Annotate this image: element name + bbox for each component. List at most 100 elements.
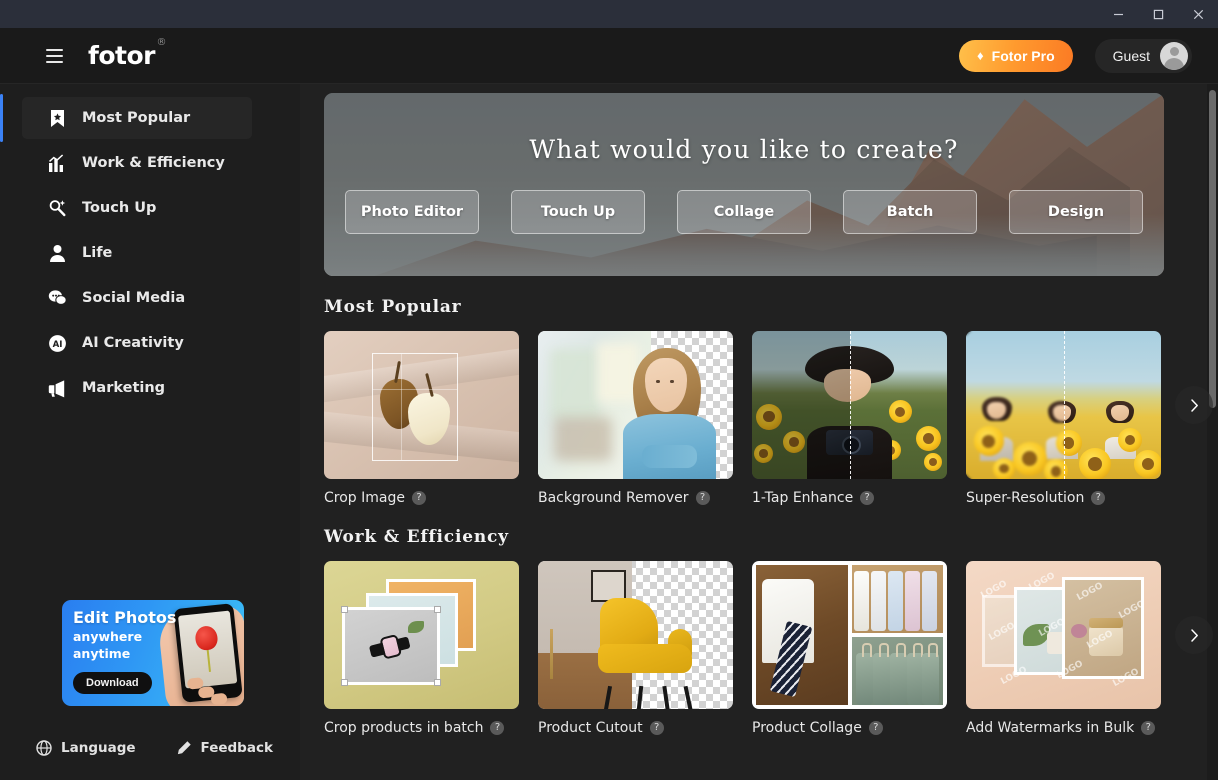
- chair-seat: [598, 643, 693, 674]
- hero-button-photo-editor[interactable]: Photo Editor: [345, 190, 479, 234]
- card-add-watermarks-in-bulk[interactable]: LOGO LOGO LOGO LOGO LOGO LOGO LOGO LOGO …: [966, 561, 1161, 736]
- card-thumbnail: [538, 331, 733, 479]
- scrollbar-thumb[interactable]: [1209, 90, 1216, 408]
- bar-chart-icon: [46, 152, 68, 174]
- language-label: Language: [61, 740, 136, 756]
- help-icon[interactable]: ?: [1091, 491, 1106, 505]
- help-icon[interactable]: ?: [868, 721, 883, 735]
- card-product-cutout[interactable]: Product Cutout ?: [538, 561, 733, 736]
- section-work-efficiency: Work & Efficiency Crop products in batch…: [324, 527, 1213, 736]
- help-icon[interactable]: ?: [1141, 721, 1156, 735]
- sidebar-item-ai-creativity[interactable]: AI AI Creativity: [22, 322, 252, 364]
- card-title: Super-Resolution: [966, 490, 1085, 506]
- sidebar-item-life[interactable]: Life: [22, 232, 252, 274]
- account-name: Guest: [1112, 47, 1150, 64]
- sidebar-item-marketing[interactable]: Marketing: [22, 367, 252, 409]
- fotor-logo[interactable]: fotor ®: [88, 37, 166, 70]
- app-body: Most Popular Work & Efficiency Touch Up …: [0, 84, 1218, 780]
- language-link[interactable]: Language: [36, 740, 136, 756]
- header-actions: ♦ Fotor Pro Guest: [959, 38, 1192, 73]
- hero-button-touch-up[interactable]: Touch Up: [511, 190, 645, 234]
- card-super-resolution[interactable]: Super-Resolution ?: [966, 331, 1161, 506]
- card-crop-image[interactable]: Crop Image ?: [324, 331, 519, 506]
- maximize-button[interactable]: [1138, 0, 1178, 28]
- before-after-divider: [1063, 331, 1065, 479]
- card-1-tap-enhance[interactable]: 1-Tap Enhance ?: [752, 331, 947, 506]
- sidebar-item-work-efficiency[interactable]: Work & Efficiency: [22, 142, 252, 184]
- carousel-next-button-most-popular[interactable]: [1175, 386, 1213, 424]
- magic-wand-icon: [46, 197, 68, 219]
- avatar: [1160, 41, 1188, 70]
- card-label: 1-Tap Enhance ?: [752, 490, 947, 506]
- download-button[interactable]: Download: [73, 672, 152, 694]
- card-thumbnail: [538, 561, 733, 709]
- sidebar-nav: Most Popular Work & Efficiency Touch Up …: [0, 84, 300, 412]
- feedback-link[interactable]: Feedback: [176, 740, 273, 756]
- card-row-work-efficiency: Crop products in batch ? Product Cutout …: [324, 561, 1213, 736]
- card-label: Crop Image ?: [324, 490, 519, 506]
- promo-text: Edit Photos anywhere anytime: [73, 609, 176, 662]
- sidebar-item-touch-up[interactable]: Touch Up: [22, 187, 252, 229]
- svg-text:AI: AI: [52, 340, 62, 350]
- floor-lamp: [549, 629, 553, 680]
- card-label: Super-Resolution ?: [966, 490, 1161, 506]
- megaphone-icon: [46, 377, 68, 399]
- yellow-armchair: [598, 598, 693, 709]
- download-app-promo-banner[interactable]: Edit Photos anywhere anytime Download: [62, 600, 244, 706]
- chat-bubbles-icon: [46, 287, 68, 309]
- card-label: Crop products in batch ?: [324, 720, 519, 736]
- help-icon[interactable]: ?: [649, 721, 664, 735]
- hero-content: What would you like to create? Photo Edi…: [324, 93, 1164, 276]
- hero-button-design[interactable]: Design: [1009, 190, 1143, 234]
- card-background-remover[interactable]: Background Remover ?: [538, 331, 733, 506]
- sidebar-item-social-media[interactable]: Social Media: [22, 277, 252, 319]
- hamburger-menu-icon[interactable]: [34, 36, 74, 76]
- minimize-icon: [1113, 13, 1123, 15]
- card-crop-products-in-batch[interactable]: Crop products in batch ?: [324, 561, 519, 736]
- hero-button-collage[interactable]: Collage: [677, 190, 811, 234]
- carousel-next-button-work-efficiency[interactable]: [1175, 616, 1213, 654]
- eye: [669, 379, 674, 383]
- minimize-button[interactable]: [1098, 0, 1138, 28]
- card-title: Product Collage: [752, 720, 862, 736]
- section-title: Work & Efficiency: [324, 527, 509, 547]
- section-title: Most Popular: [324, 297, 462, 317]
- help-icon[interactable]: ?: [490, 721, 505, 735]
- hero-button-batch[interactable]: Batch: [843, 190, 977, 234]
- photo-layer-front: [1062, 577, 1144, 679]
- sidebar-item-label: Touch Up: [82, 200, 157, 216]
- feedback-label: Feedback: [200, 740, 273, 756]
- pencil-icon: [177, 741, 191, 755]
- sidebar: Most Popular Work & Efficiency Touch Up …: [0, 84, 300, 780]
- fotor-pro-button[interactable]: ♦ Fotor Pro: [959, 39, 1073, 72]
- scrollbar-track[interactable]: [1207, 84, 1218, 780]
- card-label: Product Collage ?: [752, 720, 947, 736]
- app-header: fotor ® ♦ Fotor Pro Guest: [0, 28, 1218, 84]
- sidebar-footer: Language Feedback: [0, 706, 300, 756]
- person-cutout: [616, 337, 725, 479]
- account-button[interactable]: Guest: [1094, 38, 1192, 73]
- close-button[interactable]: [1178, 0, 1218, 28]
- card-title: Background Remover: [538, 490, 689, 506]
- maximize-icon: [1153, 9, 1163, 19]
- help-icon[interactable]: ?: [695, 491, 710, 505]
- main-content: What would you like to create? Photo Edi…: [300, 84, 1218, 780]
- hero-actions: Photo Editor Touch Up Collage Batch Desi…: [345, 190, 1143, 234]
- section-most-popular: Most Popular Crop Image ? Background Rem…: [324, 297, 1213, 506]
- card-product-collage[interactable]: Product Collage ?: [752, 561, 947, 736]
- help-icon[interactable]: ?: [860, 491, 875, 505]
- sidebar-item-most-popular[interactable]: Most Popular: [0, 94, 252, 142]
- chevron-right-icon: [1190, 628, 1198, 642]
- chevron-right-icon: [1190, 398, 1198, 412]
- card-title: Add Watermarks in Bulk: [966, 720, 1135, 736]
- collage-cell-hanging-shirts: [852, 565, 943, 633]
- low-res-half: [966, 331, 1064, 479]
- help-icon[interactable]: ?: [411, 491, 426, 505]
- card-label: Add Watermarks in Bulk ?: [966, 720, 1161, 736]
- card-label: Background Remover ?: [538, 490, 733, 506]
- card-title: Crop products in batch: [324, 720, 484, 736]
- fotor-pro-label: Fotor Pro: [991, 47, 1055, 64]
- bokeh-blob: [549, 348, 601, 420]
- before-after-divider: [849, 331, 851, 479]
- bokeh-blob: [553, 416, 613, 462]
